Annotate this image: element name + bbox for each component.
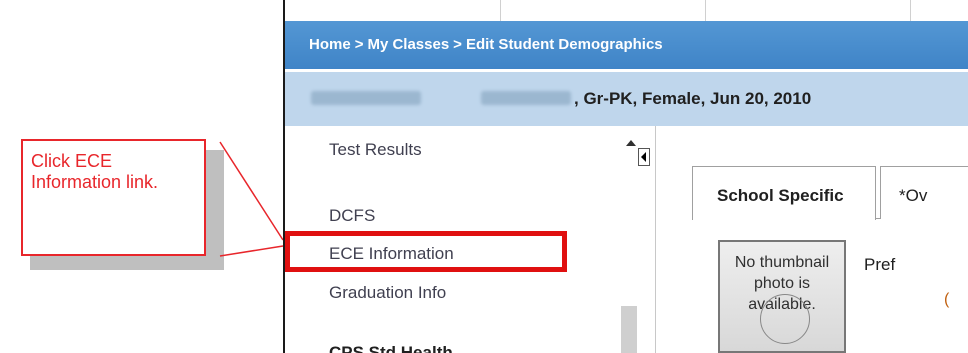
redacted-id <box>481 91 571 105</box>
scroll-up-arrow-icon[interactable] <box>626 140 636 146</box>
redacted-name <box>311 91 421 105</box>
tab-school-specific[interactable]: School Specific <box>692 166 876 220</box>
tab-label: School Specific <box>717 186 844 205</box>
preferred-label: Pref <box>864 255 896 274</box>
sidebar-item-test-results[interactable]: Test Results <box>329 140 422 160</box>
scroll-thumb[interactable] <box>621 306 637 353</box>
sidebar-item-dcfs[interactable]: DCFS <box>329 206 375 226</box>
main-content: School Specific *Ov No thumbnail photo i… <box>656 126 968 353</box>
student-photo-placeholder: No thumbnail photo is available. <box>718 240 846 353</box>
breadcrumb-home[interactable]: Home <box>309 36 351 53</box>
breadcrumb-my-classes[interactable]: My Classes <box>367 36 449 53</box>
collapse-sidebar-icon[interactable] <box>638 148 650 166</box>
preferred-radio-fragment: ( <box>944 291 950 308</box>
app-panel: Home > My Classes > Edit Student Demographic… <box>283 0 968 353</box>
student-info-bar: , Gr-PK, Female, Jun 20, 2010 <box>285 72 968 126</box>
tab-overview[interactable]: *Ov <box>880 166 968 219</box>
sidebar-item-graduation-info[interactable]: Graduation Info <box>329 283 446 303</box>
breadcrumb-separator: > <box>354 36 364 53</box>
student-details: , Gr-PK, Female, Jun 20, 2010 <box>574 89 812 108</box>
ece-information-highlight <box>285 231 567 272</box>
breadcrumb-current: Edit Student Demographics <box>465 36 663 53</box>
avatar-circle-icon <box>760 294 810 344</box>
sidebar-item-cps-std-health[interactable]: CPS Std Health <box>329 343 453 353</box>
tab-label: *Ov <box>899 186 928 205</box>
breadcrumb-separator: > <box>453 36 462 53</box>
top-strip <box>285 0 968 21</box>
breadcrumb: Home > My Classes > Edit Student Demographic… <box>285 21 968 69</box>
